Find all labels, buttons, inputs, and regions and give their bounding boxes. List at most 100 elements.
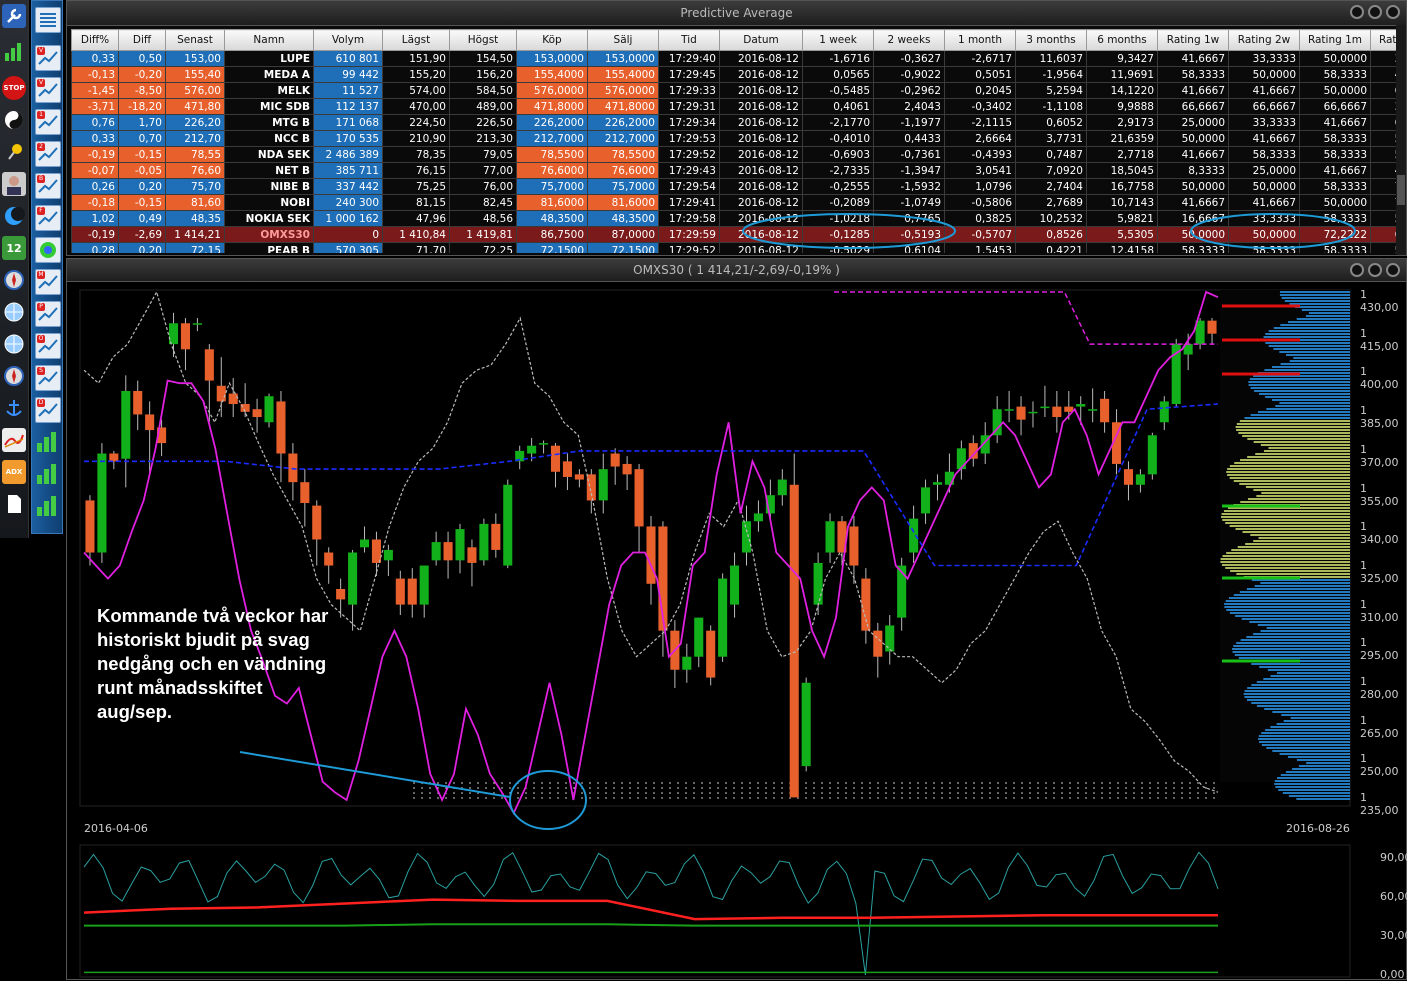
price-axis-tick: 1 430,00 <box>1360 288 1399 314</box>
candle-body <box>1159 401 1169 423</box>
price-axis-tick: 1 280,00 <box>1360 675 1399 701</box>
candle-body <box>1052 406 1062 418</box>
candle-body <box>586 474 596 501</box>
candle-body <box>646 526 656 584</box>
candle-body <box>1100 398 1110 423</box>
price-axis-tick: 1 355,00 <box>1360 481 1399 508</box>
candle-body <box>204 349 214 381</box>
candle-body <box>861 578 871 631</box>
candle-body <box>419 565 429 605</box>
candle-body <box>706 630 716 678</box>
candle-body <box>527 445 537 454</box>
candle-body <box>192 323 202 325</box>
oscillator-panel <box>79 844 1351 978</box>
candle-body <box>168 323 179 345</box>
candle-body <box>133 390 143 415</box>
candle-body <box>789 484 799 798</box>
price-axis-tick: 1 325,00 <box>1360 558 1399 585</box>
candle-body <box>407 578 417 605</box>
candle-body <box>1147 435 1157 475</box>
candle-body <box>598 469 608 501</box>
candle-body <box>383 549 393 561</box>
price-axis-tick: 1 250,00 <box>1360 752 1399 779</box>
candle-body <box>562 461 572 477</box>
price-axis-tick: 1 415,00 <box>1360 326 1399 353</box>
candle-body <box>276 401 286 454</box>
oscillator-axis-tick: 0,00 <box>1380 968 1405 981</box>
candle-body <box>288 453 298 483</box>
price-axis-tick: 1 295,00 <box>1360 636 1399 663</box>
candle-body <box>944 471 954 485</box>
candle-body <box>455 529 465 561</box>
candle-body <box>1004 409 1014 411</box>
candlestick-chart[interactable] <box>0 0 1407 980</box>
candle-body <box>932 482 943 485</box>
candle-body <box>145 414 155 431</box>
candle-body <box>371 539 381 563</box>
candle-body <box>300 482 310 504</box>
candle-body <box>539 443 549 445</box>
candle-body <box>718 578 728 657</box>
candle-body <box>348 552 358 605</box>
candle-body <box>694 617 704 657</box>
price-panel <box>79 289 1351 807</box>
price-axis-tick: 1 235,00 <box>1360 791 1399 818</box>
candle-body <box>849 526 859 566</box>
candle-body <box>467 547 477 563</box>
candle-body <box>85 500 95 553</box>
candle-body <box>1207 320 1217 334</box>
candle-body <box>873 630 883 657</box>
candle-body <box>1028 411 1038 414</box>
candle-body <box>574 474 584 480</box>
candle-body <box>550 445 561 472</box>
price-axis-tick: 1 265,00 <box>1360 713 1399 740</box>
candle-body <box>622 463 632 475</box>
candle-body <box>252 409 262 418</box>
price-axis-tick: 1 340,00 <box>1360 520 1399 547</box>
candle-body <box>491 523 501 550</box>
candle-body <box>777 479 787 496</box>
candle-body <box>503 484 513 566</box>
candle-body <box>395 578 405 605</box>
candle-body <box>431 542 441 561</box>
candle-body <box>264 396 274 423</box>
oscillator-axis-tick: 90,00 <box>1380 851 1407 864</box>
candle-body <box>813 562 823 605</box>
price-axis-tick: 1 385,00 <box>1360 404 1399 431</box>
x-axis-start-date: 2016-04-06 <box>84 822 148 835</box>
x-axis-end-date: 2016-08-26 <box>1286 822 1350 835</box>
candle-body <box>228 393 238 405</box>
candle-body <box>741 521 752 553</box>
candle-body <box>730 565 740 605</box>
candle-body <box>610 453 620 467</box>
candle-body <box>121 390 131 459</box>
oscillator-axis-tick: 30,00 <box>1380 929 1407 942</box>
price-axis-tick: 1 400,00 <box>1360 365 1399 392</box>
candle-body <box>801 682 811 767</box>
candle-body <box>1076 404 1086 407</box>
price-axis-tick: 1 370,00 <box>1360 442 1399 469</box>
price-axis-tick: 1 310,00 <box>1360 597 1399 624</box>
candle-body <box>885 625 895 652</box>
candle-body <box>921 487 931 514</box>
candle-body <box>336 588 346 600</box>
candle-body <box>956 448 966 470</box>
candle-body <box>180 323 190 350</box>
candle-body <box>634 469 644 527</box>
candle-body <box>753 513 763 522</box>
candle-body <box>1123 469 1134 485</box>
candle-body <box>1135 474 1145 485</box>
candle-body <box>359 539 370 548</box>
candle-body <box>1016 406 1026 420</box>
candle-body <box>443 542 453 561</box>
chart-annotation: Kommande två veckor har historiskt bjudi… <box>97 605 329 722</box>
candle-body <box>97 453 107 553</box>
oscillator-axis-tick: 60,00 <box>1380 890 1407 903</box>
candle-body <box>216 385 226 402</box>
candle-body <box>109 453 119 462</box>
candle-body <box>825 521 835 553</box>
candle-body <box>1088 409 1098 411</box>
candle-body <box>479 523 489 561</box>
candle-body <box>1040 406 1050 409</box>
candle-body <box>312 505 322 540</box>
